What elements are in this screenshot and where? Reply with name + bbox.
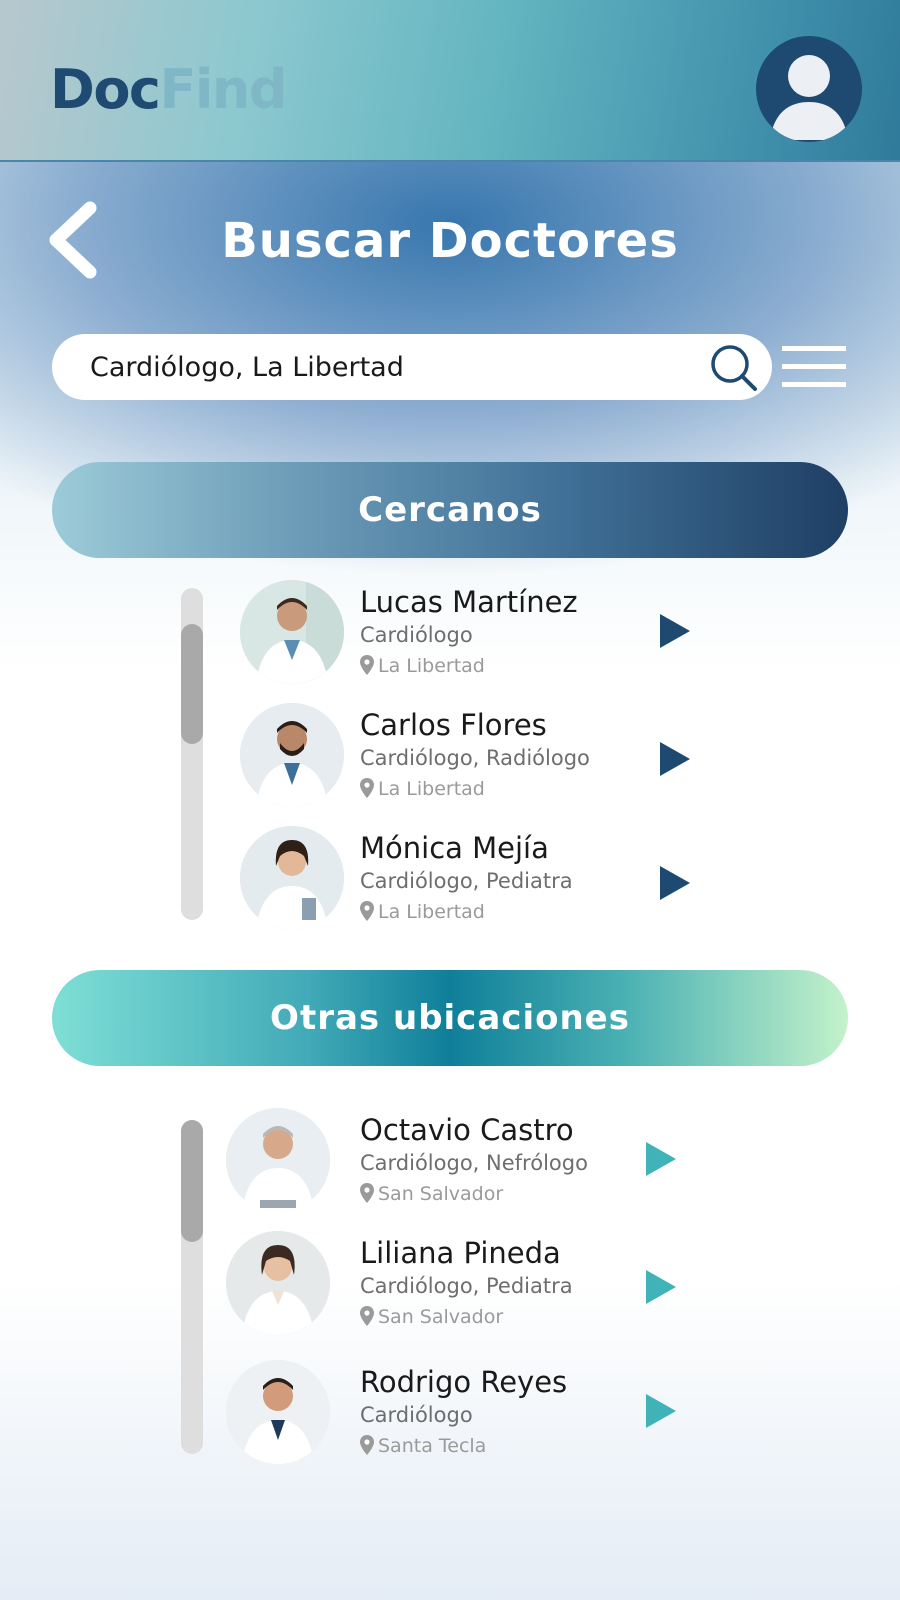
logo-doc: Doc <box>50 58 161 121</box>
doctor-row[interactable]: Carlos Flores Cardiólogo, Radiólogo La L… <box>0 703 900 813</box>
doctor-row[interactable]: Mónica Mejía Cardiólogo, Pediatra La Lib… <box>0 826 900 936</box>
logo-find: Find <box>159 58 287 121</box>
doctor-location: La Libertad <box>360 900 485 924</box>
doctor-specialty: Cardiólogo, Pediatra <box>360 869 573 893</box>
doctor-name: Mónica Mejía <box>360 831 549 865</box>
top-bar: DocFind <box>0 0 900 162</box>
doctor-photo <box>226 1360 330 1464</box>
doctor-row[interactable]: Liliana Pineda Cardiólogo, Pediatra San … <box>0 1231 900 1341</box>
doctor-row[interactable]: Octavio Castro Cardiólogo, Nefrólogo San… <box>0 1108 900 1218</box>
play-arrow-icon[interactable] <box>646 1142 676 1176</box>
section-header-other-locations[interactable]: Otras ubicaciones <box>52 970 848 1066</box>
doctor-location-text: La Libertad <box>378 901 485 923</box>
doctor-location-text: Santa Tecla <box>378 1435 487 1457</box>
doctor-location: La Libertad <box>360 654 485 678</box>
docfind-logo[interactable]: DocFind <box>50 58 287 122</box>
doctor-specialty: Cardiólogo, Radiólogo <box>360 746 590 770</box>
play-arrow-icon[interactable] <box>646 1270 676 1304</box>
doctor-photo <box>226 1108 330 1212</box>
doctor-photo <box>240 703 344 807</box>
doctor-photo <box>240 826 344 930</box>
doctor-location-text: San Salvador <box>378 1183 504 1205</box>
location-pin-icon <box>360 778 374 798</box>
location-pin-icon <box>360 1435 374 1455</box>
doctor-location: Santa Tecla <box>360 1434 486 1458</box>
doctor-row[interactable]: Lucas Martínez Cardiólogo La Libertad <box>0 580 900 690</box>
doctor-name: Octavio Castro <box>360 1113 574 1147</box>
doctor-name: Rodrigo Reyes <box>360 1365 568 1399</box>
doctor-location-text: La Libertad <box>378 778 485 800</box>
section-header-nearby[interactable]: Cercanos <box>52 462 848 558</box>
doctor-location: San Salvador <box>360 1182 503 1206</box>
doctor-location-text: San Salvador <box>378 1306 504 1328</box>
location-pin-icon <box>360 1306 374 1326</box>
doctor-photo <box>240 580 344 684</box>
doctor-location: San Salvador <box>360 1305 503 1329</box>
play-arrow-icon[interactable] <box>660 614 690 648</box>
location-pin-icon <box>360 655 374 675</box>
page-title: Buscar Doctores <box>221 213 679 269</box>
play-arrow-icon[interactable] <box>660 742 690 776</box>
doctor-location-text: La Libertad <box>378 655 485 677</box>
play-arrow-icon[interactable] <box>660 866 690 900</box>
play-arrow-icon[interactable] <box>646 1394 676 1428</box>
doctor-specialty: Cardiólogo <box>360 623 473 647</box>
location-pin-icon <box>360 1183 374 1203</box>
doctor-row[interactable]: Rodrigo Reyes Cardiólogo Santa Tecla <box>0 1360 900 1470</box>
doctor-photo <box>226 1231 330 1335</box>
search-icon[interactable] <box>708 342 760 394</box>
doctor-name: Carlos Flores <box>360 708 547 742</box>
doctor-specialty: Cardiólogo, Nefrólogo <box>360 1151 588 1175</box>
hamburger-menu-icon[interactable] <box>780 344 848 390</box>
doctor-specialty: Cardiólogo <box>360 1403 473 1427</box>
doctor-name: Lucas Martínez <box>360 585 578 619</box>
doctor-name: Liliana Pineda <box>360 1236 561 1270</box>
search-bar <box>52 334 772 400</box>
search-input[interactable] <box>90 334 690 400</box>
user-avatar-icon[interactable] <box>756 36 862 142</box>
doctor-specialty: Cardiólogo, Pediatra <box>360 1274 573 1298</box>
doctor-location: La Libertad <box>360 777 485 801</box>
location-pin-icon <box>360 901 374 921</box>
